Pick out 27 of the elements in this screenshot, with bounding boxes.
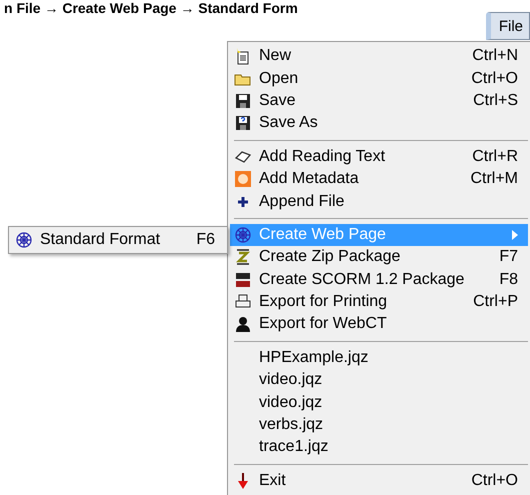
menu-item[interactable]: video.jqz	[230, 391, 528, 414]
web-icon	[234, 226, 252, 244]
person-icon	[234, 315, 252, 334]
menu-item[interactable]: Save As	[230, 112, 528, 135]
zip-icon	[234, 248, 252, 266]
file-menu-button[interactable]: File	[486, 12, 530, 40]
menu-item[interactable]: Exit Ctrl+O	[230, 470, 528, 492]
menu-item[interactable]: Add Reading Text Ctrl+R	[230, 146, 528, 168]
menu-item[interactable]: trace1.jqz	[230, 436, 528, 459]
menu-item[interactable]: Create Zip Package F7	[230, 246, 528, 269]
heading-text: n File → Create Web Page → Standard Form	[4, 0, 298, 16]
menu-item[interactable]: Append File	[230, 190, 528, 213]
floppy-disk-question-icon	[234, 114, 252, 132]
menu-item[interactable]: video.jqz	[230, 369, 528, 392]
menu-item[interactable]: verbs.jqz	[230, 414, 528, 436]
menu-item[interactable]: Open Ctrl+O	[230, 67, 528, 90]
web-icon	[15, 231, 33, 250]
submenu-arrow-icon	[512, 230, 518, 240]
menu-item[interactable]: Save Ctrl+S	[230, 90, 528, 112]
menu-item[interactable]: Export for Printing Ctrl+P	[230, 290, 528, 314]
menu-item[interactable]: New Ctrl+N	[230, 45, 528, 68]
menu-item[interactable]: Export for WebCT	[230, 313, 528, 336]
menu-item[interactable]: Create SCORM 1.2 Package F8	[230, 268, 528, 291]
sunburst-icon	[234, 170, 252, 188]
menu-item[interactable]: Standard Format F6	[11, 229, 225, 252]
menu-item[interactable]: HPExample.jqz	[230, 346, 528, 370]
menu-item[interactable]: Add Metadata Ctrl+M	[230, 168, 528, 190]
